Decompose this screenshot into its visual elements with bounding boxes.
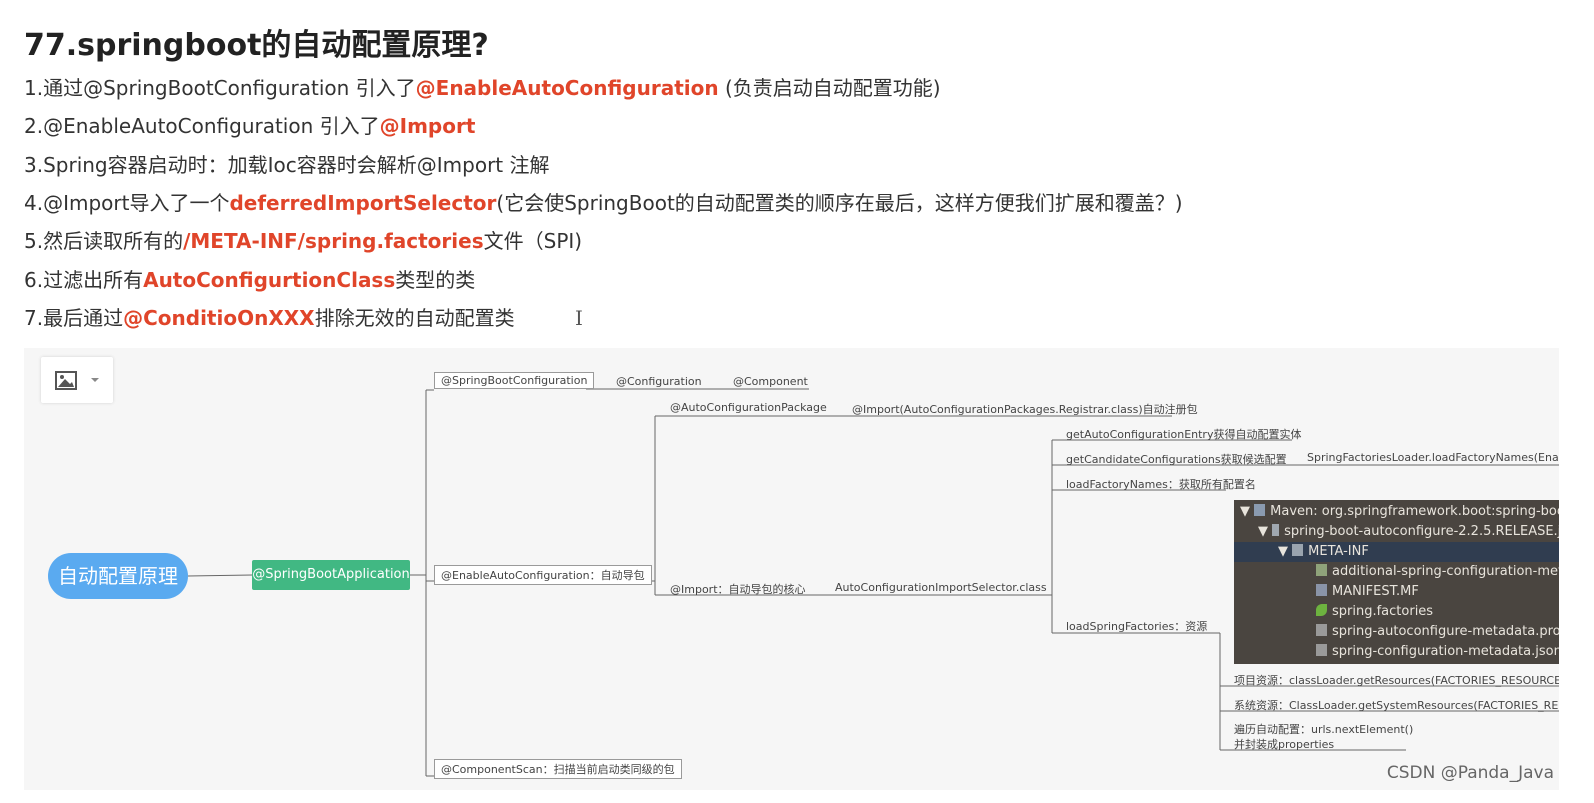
springbootconfiguration-node: @SpringBootConfiguration	[434, 372, 595, 389]
jar-icon	[1272, 524, 1280, 536]
principle-line-1: 1.通过@SpringBootConfiguration 引入了@EnableA…	[24, 72, 941, 101]
principle-line-3: 3.Spring容器启动时：加载Ioc容器时会解析@Import 注解	[24, 149, 550, 178]
properties-file-icon	[1316, 624, 1327, 636]
chevron-down-icon	[91, 378, 99, 382]
enableautoconfiguration-node: @EnableAutoConfiguration：自动导包	[434, 565, 652, 585]
principle-line-5: 5.然后读取所有的/META-INF/spring.factories文件（SP…	[24, 225, 582, 254]
spring-leaf-icon	[1316, 604, 1327, 616]
registrar-import-node: @Import(AutoConfigurationPackages.Regist…	[852, 403, 1198, 416]
tree-row-maven-library[interactable]: ▼ Maven: org.springframework.boot:spring…	[1240, 502, 1559, 522]
expand-arrow-icon[interactable]: ▼	[1234, 544, 1288, 559]
autoconfiguration-entry-node: getAutoConfigurationEntry获得自动配置实体	[1066, 428, 1302, 441]
loadspringfactories-node: loadSpringFactories：资源	[1066, 620, 1208, 633]
wrap-properties-node: 并封装成properties	[1234, 738, 1335, 751]
line-text: 6.过滤出所有	[24, 268, 144, 292]
iterate-config-node: 遍历自动配置：urls.nextElement()	[1234, 723, 1414, 736]
line-highlight: AutoConfigurtionClass	[143, 268, 396, 292]
project-resource-node: 项目资源：classLoader.getResources(FACTORIES_…	[1234, 674, 1559, 687]
tree-row-file[interactable]: spring-configuration-metadata.json	[1316, 642, 1559, 662]
componentscan-node: @ComponentScan：扫描当前启动类同级的包	[434, 759, 682, 779]
system-resource-node: 系统资源：ClassLoader.getSystemResources(FACT…	[1234, 699, 1559, 712]
line-highlight: /META-INF/spring.factories	[183, 229, 484, 253]
candidate-configurations-node: getCandidateConfigurations获取候选配置	[1066, 453, 1287, 466]
line-text: 1.通过@SpringBootConfiguration 引入了	[24, 76, 416, 100]
line-highlight: deferredImportSelector	[229, 191, 497, 215]
principle-line-6: 6.过滤出所有AutoConfigurtionClass类型的类	[24, 264, 475, 293]
tree-row-file[interactable]: additional-spring-configuration-metad	[1316, 562, 1559, 582]
expand-arrow-icon[interactable]: ▼	[1240, 504, 1250, 519]
tree-row-label: Maven: org.springframework.boot:spring-b…	[1270, 504, 1559, 519]
tree-row-file[interactable]: spring-autoconfigure-metadata.prope	[1316, 622, 1559, 642]
tree-row-label: spring-boot-autoconfigure-2.2.5.RELEASE.…	[1284, 524, 1559, 539]
manifest-file-icon	[1316, 584, 1327, 596]
loadfactorynames-node: loadFactoryNames：获取所有配置名	[1066, 478, 1256, 491]
line-text: 5.然后读取所有的	[24, 229, 184, 253]
folder-icon	[1292, 544, 1304, 556]
tree-row-label: spring.factories	[1332, 604, 1434, 619]
autoconfigurationpackage-node: @AutoConfigurationPackage	[670, 401, 827, 414]
principle-line-4: 4.@Import导入了一个deferredImportSelector(它会使…	[24, 187, 1183, 216]
tree-row-label: META-INF	[1308, 544, 1369, 559]
line-highlight: @Import	[379, 114, 476, 138]
json-file-icon	[1316, 564, 1327, 576]
tree-row-label: MANIFEST.MF	[1332, 584, 1419, 599]
root-node: 自动配置原理	[48, 553, 188, 599]
image-toolbar[interactable]	[41, 357, 113, 403]
tree-row-meta-inf[interactable]: ▼ META-INF	[1234, 542, 1559, 562]
component-node: @Component	[733, 375, 808, 388]
library-icon	[1254, 504, 1266, 516]
import-core-node: @Import：自动导包的核心	[670, 583, 806, 596]
configuration-node: @Configuration	[616, 375, 702, 388]
line-suffix: 类型的类	[395, 268, 476, 292]
mindmap-image: 自动配置原理 @SpringBootApplication @SpringBoo…	[24, 348, 1559, 790]
line-suffix: 文件（SPI)	[483, 229, 583, 253]
line-suffix: (它会使SpringBoot的自动配置类的顺序在最后，这样方便我们扩展和覆盖？)	[496, 191, 1183, 215]
principle-line-7: 7.最后通过@ConditioOnXXX排除无效的自动配置类	[24, 302, 515, 331]
line-suffix: (负责启动自动配置功能)	[718, 76, 941, 100]
json-file-icon	[1316, 644, 1327, 656]
line-text: 3.Spring容器启动时：加载Ioc容器时会解析@Import 注解	[24, 153, 550, 177]
line-suffix: 排除无效的自动配置类	[314, 306, 515, 330]
line-text: 2.@EnableAutoConfiguration 引入了	[24, 114, 380, 138]
import-selector-node: AutoConfigurationImportSelector.class	[835, 581, 1047, 594]
tree-row-label: spring-configuration-metadata.json	[1332, 644, 1559, 659]
line-text: 7.最后通过	[24, 306, 124, 330]
tree-row-file[interactable]: spring.factories	[1316, 602, 1433, 622]
springfactoriesloader-node: SpringFactoriesLoader.loadFactoryNames(E…	[1307, 451, 1559, 464]
line-highlight: @ConditioOnXXX	[123, 306, 315, 330]
principle-line-2: 2.@EnableAutoConfiguration 引入了@Import	[24, 110, 475, 139]
page-title: 77.springboot的自动配置原理?	[24, 28, 489, 63]
tree-row-autoconfigure-jar[interactable]: ▼ spring-boot-autoconfigure-2.2.5.RELEAS…	[1258, 522, 1559, 542]
line-text: 4.@Import导入了一个	[24, 191, 230, 215]
text-cursor-icon: I	[575, 306, 583, 330]
tree-row-label: additional-spring-configuration-metad	[1332, 564, 1559, 579]
connector-root-app	[187, 574, 253, 577]
line-highlight: @EnableAutoConfiguration	[415, 76, 719, 100]
tree-row-file[interactable]: MANIFEST.MF	[1316, 582, 1419, 602]
tree-row-label: spring-autoconfigure-metadata.prope	[1332, 624, 1559, 639]
watermark: CSDN @Panda_Java	[1386, 763, 1554, 783]
maven-tree-panel: ▼ Maven: org.springframework.boot:spring…	[1234, 500, 1559, 664]
springbootapplication-node: @SpringBootApplication	[252, 560, 410, 590]
image-icon[interactable]	[41, 357, 113, 403]
expand-arrow-icon[interactable]: ▼	[1258, 524, 1268, 539]
